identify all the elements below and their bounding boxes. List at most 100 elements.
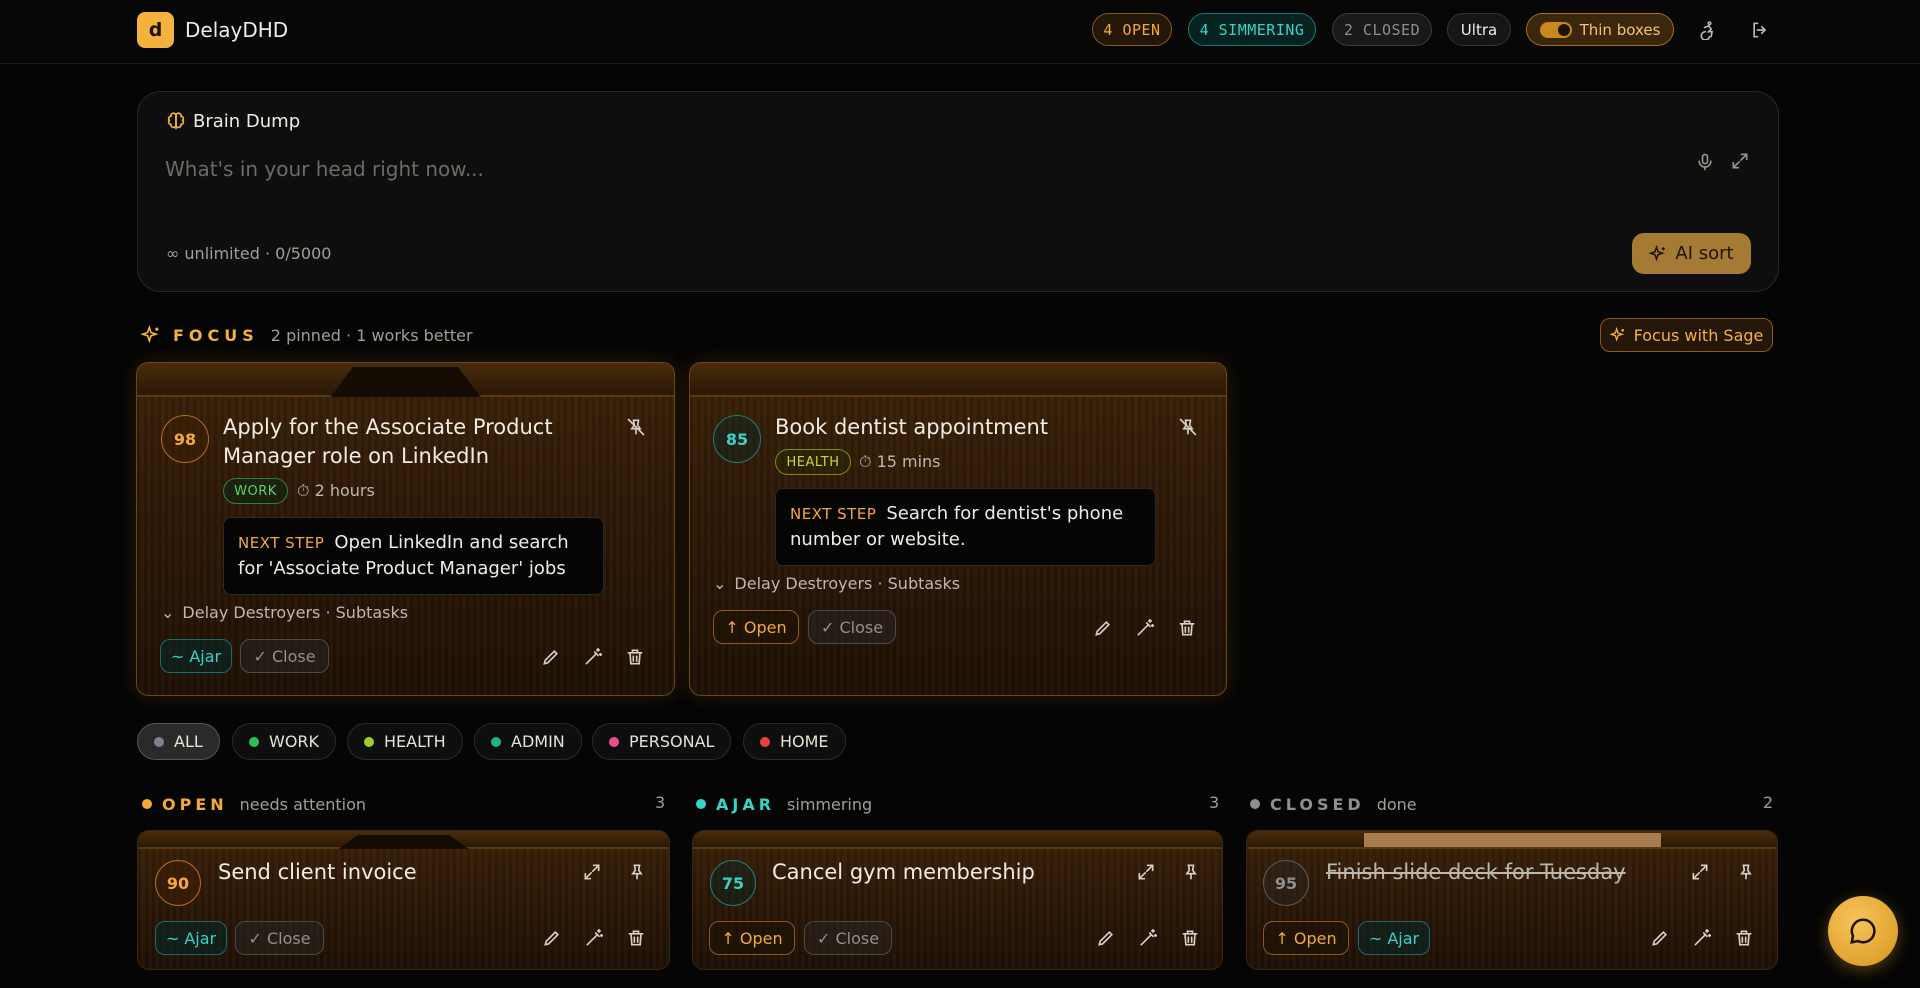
column-count: 3 — [655, 793, 666, 812]
trash-icon[interactable] — [1177, 618, 1197, 638]
thin-boxes-toggle[interactable]: Thin boxes — [1526, 13, 1674, 46]
ai-sort-button[interactable]: AI sort — [1632, 233, 1751, 274]
open-button[interactable]: ↑ Open — [713, 610, 799, 644]
task-title[interactable]: Finish slide deck for Tuesday — [1326, 858, 1626, 887]
card-lid — [137, 363, 674, 397]
column-header-ajar: AJAR simmering — [696, 793, 872, 815]
expand-icon[interactable] — [1136, 862, 1156, 882]
chat-bubble-icon — [1850, 918, 1876, 944]
status-dot — [696, 799, 706, 809]
delay-destroyers-toggle[interactable]: ⌄ Delay Destroyers · Subtasks — [713, 574, 960, 593]
card-lid — [138, 831, 669, 849]
filter-health[interactable]: HEALTH — [347, 723, 463, 760]
task-title[interactable]: Send client invoice — [218, 858, 417, 887]
brain-icon — [167, 112, 185, 130]
focus-label: FOCUS — [173, 325, 259, 345]
focus-card[interactable]: 98 Apply for the Associate Product Manag… — [136, 362, 675, 696]
magic-wand-icon[interactable] — [583, 647, 603, 667]
close-button[interactable]: ✓ Close — [240, 639, 329, 673]
magic-wand-icon[interactable] — [584, 928, 604, 948]
filter-label: ADMIN — [511, 732, 565, 751]
accessibility-icon[interactable] — [1697, 20, 1717, 40]
magic-wand-icon[interactable] — [1692, 928, 1712, 948]
filter-dot — [760, 736, 770, 747]
open-button[interactable]: ↑ Open — [1263, 921, 1349, 955]
brain-dump-panel: Brain Dump ∞ unlimited · 0/5000 AI sort — [137, 91, 1779, 292]
closed-count-pill[interactable]: 2 CLOSED — [1332, 13, 1432, 46]
unpin-icon[interactable] — [626, 417, 646, 437]
pin-icon[interactable] — [627, 862, 647, 882]
duration-label: ⏱ 15 mins — [859, 452, 941, 471]
filter-admin[interactable]: ADMIN — [474, 723, 582, 760]
filter-dot — [154, 736, 164, 747]
next-step-label: NEXT STEP — [238, 534, 325, 552]
filter-label: PERSONAL — [629, 732, 715, 751]
priority-score: 98 — [161, 415, 209, 463]
priority-score: 95 — [1263, 860, 1309, 906]
close-button[interactable]: ✓ Close — [804, 921, 892, 955]
column-subtitle: needs attention — [239, 794, 367, 814]
filter-dot — [491, 736, 501, 747]
edit-icon[interactable] — [1650, 928, 1670, 948]
sparkle-icon — [1609, 327, 1624, 342]
trash-icon[interactable] — [626, 928, 646, 948]
filter-work[interactable]: WORK — [232, 723, 337, 760]
priority-score: 75 — [710, 860, 756, 906]
task-card[interactable]: 75 Cancel gym membership ↑ Open ✓ Close — [692, 830, 1223, 970]
simmering-count-pill[interactable]: 4 SIMMERING — [1188, 13, 1316, 46]
card-lid — [1247, 831, 1777, 849]
focus-card[interactable]: 85 Book dentist appointment HEALTH ⏱ 15 … — [689, 362, 1227, 696]
task-title[interactable]: Apply for the Associate Product Manager … — [223, 413, 593, 471]
trash-icon[interactable] — [625, 647, 645, 667]
pin-icon[interactable] — [1736, 862, 1756, 882]
pin-icon[interactable] — [1181, 862, 1201, 882]
card-lid — [690, 363, 1226, 397]
trash-icon[interactable] — [1734, 928, 1754, 948]
edit-icon[interactable] — [1093, 618, 1113, 638]
edit-icon[interactable] — [542, 928, 562, 948]
sparkle-icon — [1649, 244, 1666, 262]
trash-icon[interactable] — [1180, 928, 1200, 948]
close-button[interactable]: ✓ Close — [235, 921, 324, 955]
logout-icon[interactable] — [1750, 20, 1770, 40]
expand-icon[interactable] — [1690, 862, 1710, 882]
priority-score: 90 — [155, 860, 201, 906]
microphone-icon[interactable] — [1695, 151, 1715, 173]
expand-icon[interactable] — [582, 862, 602, 882]
ajar-button[interactable]: ~ Ajar — [160, 639, 232, 673]
delay-destroyers-toggle[interactable]: ⌄ Delay Destroyers · Subtasks — [161, 603, 408, 622]
chevron-down-icon: ⌄ — [713, 574, 727, 593]
column-subtitle: simmering — [787, 794, 873, 814]
filter-home[interactable]: HOME — [743, 723, 846, 760]
expand-icon[interactable] — [1730, 151, 1750, 171]
task-card[interactable]: 95 Finish slide deck for Tuesday ↑ Open … — [1246, 830, 1778, 970]
ai-sort-label: AI sort — [1675, 243, 1734, 264]
edit-icon[interactable] — [1096, 928, 1116, 948]
open-button[interactable]: ↑ Open — [709, 921, 795, 955]
app-logo[interactable]: d — [137, 12, 174, 48]
brain-dump-input[interactable] — [165, 149, 1605, 189]
filter-all[interactable]: ALL — [137, 723, 220, 760]
filter-label: HOME — [780, 732, 829, 751]
task-title[interactable]: Book dentist appointment — [775, 413, 1145, 442]
duration-label: ⏱ 2 hours — [297, 481, 375, 500]
chat-button[interactable] — [1828, 896, 1898, 966]
unpin-icon[interactable] — [1178, 417, 1198, 437]
ajar-button[interactable]: ~ Ajar — [155, 921, 227, 955]
magic-wand-icon[interactable] — [1138, 928, 1158, 948]
toggle-switch[interactable] — [1539, 21, 1572, 38]
filter-label: HEALTH — [384, 732, 446, 751]
open-count-pill[interactable]: 4 OPEN — [1092, 13, 1172, 46]
edit-icon[interactable] — [541, 647, 561, 667]
close-button[interactable]: ✓ Close — [808, 610, 896, 644]
filter-personal[interactable]: PERSONAL — [592, 723, 732, 760]
task-card[interactable]: 90 Send client invoice ~ Ajar ✓ Close — [137, 830, 670, 970]
focus-with-sage-button[interactable]: Focus with Sage — [1600, 318, 1773, 352]
task-title[interactable]: Cancel gym membership — [772, 858, 1035, 887]
magic-wand-icon[interactable] — [1135, 618, 1155, 638]
column-count: 2 — [1763, 793, 1774, 812]
column-header-open: OPEN needs attention — [142, 793, 366, 815]
ajar-button[interactable]: ~ Ajar — [1358, 921, 1430, 955]
brain-dump-title: Brain Dump — [193, 111, 301, 132]
plan-badge[interactable]: Ultra — [1447, 13, 1511, 46]
